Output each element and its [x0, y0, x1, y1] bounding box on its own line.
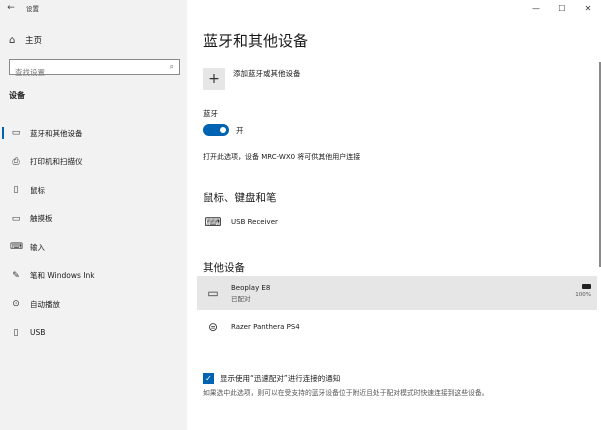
sidebar-item-label: USB	[30, 328, 46, 338]
swift-pair-row: ✓ 显示使用“迅速配对”进行连接的通知	[203, 373, 340, 384]
swift-pair-label: 显示使用“迅速配对”进行连接的通知	[220, 374, 341, 383]
sidebar: ← 设置 ⌂ 主页 ⌕ 设备 ▭ 蓝牙和其他设备 ⎙ 打印机和扫描仪 ▯ 鼠标 …	[0, 0, 187, 430]
device-name: USB Receiver	[231, 218, 278, 226]
keyboard-icon: ⌨	[10, 242, 23, 253]
minimize-icon: —	[532, 3, 540, 13]
sidebar-item-label: 自动播放	[30, 299, 60, 309]
device-status: 已配对	[231, 294, 251, 303]
bluetooth-toggle[interactable]	[203, 124, 229, 136]
printer-icon: ⎙	[12, 156, 20, 167]
mouse-keyboard-pen-heading: 鼠标、键盘和笔	[203, 192, 277, 204]
back-button[interactable]: ←	[0, 0, 22, 16]
device-text: Razer Panthera PS4	[231, 323, 300, 331]
sidebar-item-label: 鼠标	[30, 185, 45, 195]
bluetooth-toggle-row: 开	[203, 124, 244, 136]
toggle-knob	[220, 127, 226, 133]
add-device-label: 添加蓝牙或其他设备	[233, 69, 301, 78]
touchpad-icon: ▭	[11, 213, 21, 224]
main-content: — ☐ ✕ 蓝牙和其他设备 + 添加蓝牙或其他设备 蓝牙 开 打开此选项，设备 …	[187, 0, 601, 430]
sidebar-item-autoplay[interactable]: ⊙ 自动播放	[0, 290, 187, 319]
gamepad-icon: ⊜	[207, 320, 219, 334]
sidebar-item-label: 蓝牙和其他设备	[30, 128, 83, 138]
pen-icon: ✎	[12, 270, 20, 281]
section-title: 设备	[9, 91, 25, 100]
device-text: Beoplay E8 已配对	[231, 284, 270, 303]
search-input[interactable]	[10, 65, 160, 80]
sidebar-item-bluetooth[interactable]: ▭ 蓝牙和其他设备	[0, 119, 187, 148]
toggle-state-text: 开	[236, 125, 244, 135]
window-title: 设置	[26, 5, 39, 13]
sidebar-item-label: 输入	[30, 242, 45, 252]
usb-icon: ▯	[13, 327, 19, 338]
search-icon[interactable]: ⌕	[170, 62, 174, 72]
swift-pair-description: 如果选中此选项，则可以在受支持的蓝牙设备位于附近且处于配对模式时快速连接到这些设…	[203, 389, 489, 397]
sidebar-nav: ▭ 蓝牙和其他设备 ⎙ 打印机和扫描仪 ▯ 鼠标 ▭ 触摸板 ⌨ 输入 ✎ 笔和…	[0, 119, 187, 347]
home-nav-item[interactable]: ⌂ 主页	[9, 33, 42, 47]
checkmark-icon: ✓	[205, 373, 212, 383]
device-beoplay-e8[interactable]: ▭ Beoplay E8 已配对 100%	[197, 276, 597, 310]
close-icon: ✕	[584, 3, 592, 13]
discoverable-text: 打开此选项，设备 MRC-WX0 将可供其他用户连接	[203, 153, 361, 161]
device-text: USB Receiver	[231, 218, 278, 226]
autoplay-icon: ⊙	[12, 299, 20, 310]
window-controls: — ☐ ✕	[523, 0, 601, 16]
device-name: Beoplay E8	[231, 283, 271, 292]
sidebar-item-pen[interactable]: ✎ 笔和 Windows Ink	[0, 262, 187, 291]
device-name: Razer Panthera PS4	[231, 323, 300, 331]
page-title: 蓝牙和其他设备	[203, 32, 309, 50]
other-devices-heading: 其他设备	[203, 262, 245, 274]
search-box[interactable]: ⌕	[9, 59, 180, 80]
sidebar-item-touchpad[interactable]: ▭ 触摸板	[0, 205, 187, 234]
maximize-icon: ☐	[558, 3, 566, 13]
sidebar-item-typing[interactable]: ⌨ 输入	[0, 233, 187, 262]
sidebar-item-label: 打印机和扫描仪	[30, 157, 83, 167]
battery-percent: 100%	[575, 292, 591, 298]
sidebar-item-printers[interactable]: ⎙ 打印机和扫描仪	[0, 148, 187, 177]
sidebar-item-mouse[interactable]: ▯ 鼠标	[0, 176, 187, 205]
mouse-icon: ▯	[13, 185, 19, 196]
minimize-button[interactable]: —	[523, 0, 549, 16]
device-razer-panthera[interactable]: ⊜ Razer Panthera PS4	[197, 310, 597, 344]
swift-pair-checkbox[interactable]: ✓	[203, 373, 214, 384]
back-arrow-icon: ←	[7, 3, 15, 13]
home-icon: ⌂	[9, 34, 16, 46]
battery-icon	[582, 284, 591, 289]
maximize-button[interactable]: ☐	[549, 0, 575, 16]
sidebar-item-label: 触摸板	[30, 214, 53, 224]
battery-indicator: 100%	[575, 284, 591, 298]
close-button[interactable]: ✕	[575, 0, 601, 16]
audio-device-icon: ▭	[207, 286, 219, 300]
plus-icon: +	[203, 68, 225, 90]
keyboard-icon: ⌨	[204, 215, 222, 229]
bluetooth-devices-icon: ▭	[11, 128, 21, 139]
device-usb-receiver[interactable]: ⌨ USB Receiver	[197, 205, 597, 239]
sidebar-item-label: 笔和 Windows Ink	[30, 271, 95, 281]
bluetooth-label: 蓝牙	[203, 109, 218, 118]
home-label: 主页	[25, 36, 43, 46]
title-bar: ← 设置	[0, 0, 39, 16]
add-device-button[interactable]: + 添加蓝牙或其他设备	[203, 66, 301, 90]
sidebar-item-usb[interactable]: ▯ USB	[0, 319, 187, 348]
